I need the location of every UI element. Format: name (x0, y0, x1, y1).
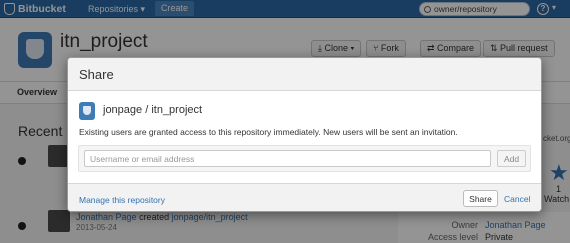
share-button[interactable]: Share (463, 190, 498, 207)
repository-icon (79, 102, 95, 120)
username-email-input[interactable] (84, 150, 491, 167)
share-dialog: Share jonpage / itn_project Existing use… (67, 57, 542, 212)
repository-name: jonpage / itn_project (103, 104, 203, 116)
manage-repository-link[interactable]: Manage this repository (79, 195, 165, 205)
invite-form: Add (78, 145, 531, 172)
dialog-header: Share (68, 58, 541, 91)
dialog-footer: Manage this repository Share Cancel (68, 183, 541, 211)
add-user-button[interactable]: Add (497, 150, 526, 167)
share-info-text: Existing users are granted access to thi… (79, 127, 458, 137)
cancel-link[interactable]: Cancel (504, 194, 530, 204)
dialog-title: Share (79, 67, 114, 82)
